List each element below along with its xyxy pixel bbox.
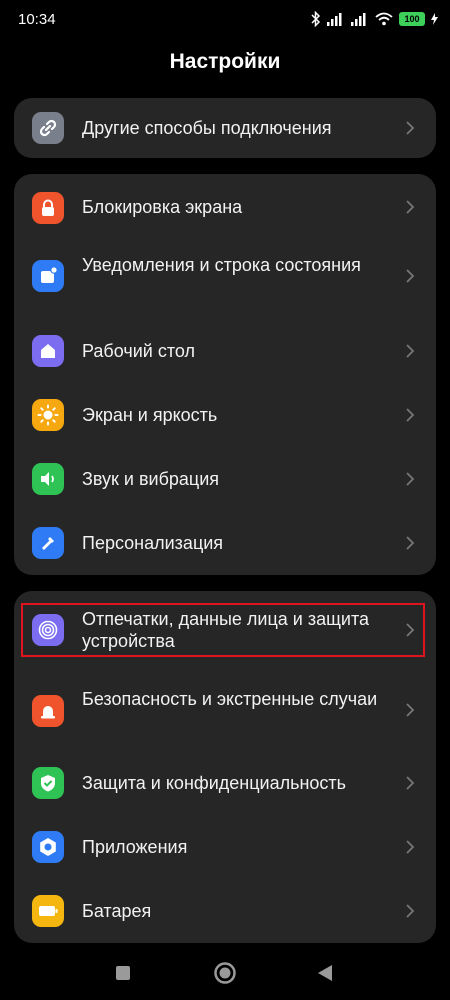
settings-item-label: Безопасность и экстренные случаи [82,689,378,709]
settings-item-label: Приложения [82,837,188,857]
settings-item-display-brightness[interactable]: Экран и яркость [14,383,436,447]
battery-indicator: 100 [399,12,425,26]
chevron-right-icon [406,904,415,918]
speaker-icon [32,463,64,495]
chevron-right-icon [406,121,415,135]
chevron-right-icon [406,840,415,854]
settings-item-battery[interactable]: Батарея [14,879,436,943]
home-icon [32,335,64,367]
settings-item-label: Батарея [82,901,152,921]
status-time: 10:34 [18,11,56,28]
settings-item-other-connections[interactable]: Другие способы подключения [14,98,436,158]
settings-item-apps[interactable]: Приложения [14,815,436,879]
settings-item-label: Персонализация [82,533,224,553]
chevron-right-icon [406,269,415,283]
circle-icon[interactable] [213,961,237,985]
fingerprint-icon [32,614,64,646]
chevron-right-icon [406,472,415,486]
status-icons: 100 [311,9,438,29]
settings-item-label: Защита и конфиденциальность [82,773,347,793]
settings-item-fingerprints-face[interactable]: Отпечатки, данные лица и защита устройст… [14,591,436,669]
settings-item-label: Экран и яркость [82,405,218,425]
gear-icon [32,831,64,863]
settings-item-label: Рабочий стол [82,341,195,361]
settings-item-sound-vibration[interactable]: Звук и вибрация [14,447,436,511]
settings-card-security: Отпечатки, данные лица и защита устройст… [14,591,436,943]
settings-card-display: Блокировка экрана Уведомления и строка с… [14,174,436,575]
signal-icon-2 [351,13,366,26]
chevron-right-icon [406,703,415,717]
signal-icon-1 [327,13,342,26]
settings-item-privacy-protection[interactable]: Защита и конфиденциальность [14,751,436,815]
status-bar: 10:34 100 [0,0,450,40]
settings-item-label: Отпечатки, данные лица и защита устройст… [82,609,370,651]
page-title: Настройки [169,50,281,73]
settings-item-label: Уведомления и строка состояния [82,255,361,275]
battery-icon [32,895,64,927]
chevron-right-icon [406,200,415,214]
triangle-back-icon[interactable] [316,963,334,983]
square-icon[interactable] [114,964,132,982]
chevron-right-icon [406,344,415,358]
settings-item-label: Звук и вибрация [82,469,220,489]
wifi-icon [375,12,393,26]
settings-item-notifications[interactable]: Уведомления и строка состояния [14,238,436,314]
chevron-right-icon [406,623,415,637]
chevron-right-icon [406,536,415,550]
settings-item-label: Блокировка экрана [82,197,243,217]
chevron-right-icon [406,776,415,790]
notification-icon [32,260,64,292]
settings-item-safety-emergency[interactable]: Безопасность и экстренные случаи [14,671,436,749]
brush-icon [32,527,64,559]
settings-card-connectivity: Другие способы подключения [14,98,436,158]
bluetooth-icon [311,11,321,27]
settings-item-personalization[interactable]: Персонализация [14,511,436,575]
siren-icon [32,695,64,727]
sun-icon [32,399,64,431]
settings-item-home-screen[interactable]: Рабочий стол [14,319,436,383]
settings-item-label: Другие способы подключения [82,118,332,138]
battery-level: 100 [404,14,420,24]
lock-icon [32,192,64,224]
link-icon [32,112,64,144]
chevron-right-icon [406,408,415,422]
settings-item-lock-screen[interactable]: Блокировка экрана [14,174,436,238]
navigation-bar [0,950,450,1000]
charging-icon [431,13,438,25]
shield-icon [32,767,64,799]
